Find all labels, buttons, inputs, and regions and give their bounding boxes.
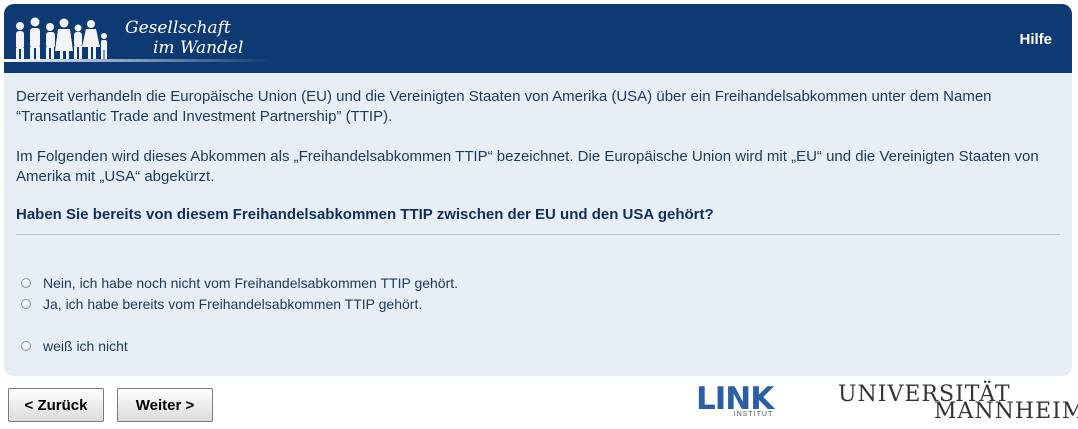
radio-button[interactable] [21,277,31,288]
divider [16,234,1060,235]
option-label: Nein, ich habe noch nicht vom Freihandel… [43,274,459,291]
option-label: weiß ich nicht [43,337,128,354]
link-logo-text: LINK [696,381,774,417]
universitaet-mannheim-logo: UNIVERSITÄT MANNHEIM [838,382,1078,424]
option-no[interactable]: Nein, ich habe noch nicht vom Freihandel… [21,272,458,293]
radio-button[interactable] [21,340,31,351]
option-label: Ja, ich habe bereits vom Freihandelsabko… [43,295,423,312]
abbreviation-note: Im Folgenden wird dieses Abkommen als „F… [16,148,1039,185]
survey-panel: Gesellschaft im Wandel Hilfe Derzeit ver… [4,4,1072,376]
option-dont-know[interactable]: weiß ich nicht [21,335,458,356]
uni-logo-line2: MANNHEIM [934,399,1078,424]
next-button[interactable]: Weiter > [117,388,213,422]
intro-text: Derzeit verhandeln die Europäische Union… [16,88,992,125]
help-link[interactable]: Hilfe [1019,31,1052,48]
header-bar: Gesellschaft im Wandel Hilfe [4,4,1072,73]
gesellschaft-im-wandel-logo: Gesellschaft im Wandel [4,4,274,73]
logo-text-line2: im Wandel [153,38,244,58]
back-button[interactable]: < Zurück [8,388,104,422]
option-yes[interactable]: Ja, ich habe bereits vom Freihandelsabko… [21,293,458,314]
logo-text-line1: Gesellschaft [125,18,231,38]
answer-options: Nein, ich habe noch nicht vom Freihandel… [21,272,458,356]
question-text: Haben Sie bereits von diesem Freihandels… [16,206,714,223]
link-institut-logo: LINK INSTITUT [696,381,774,419]
question-content: Derzeit verhandeln die Europäische Union… [16,87,1062,225]
radio-button[interactable] [21,298,31,309]
